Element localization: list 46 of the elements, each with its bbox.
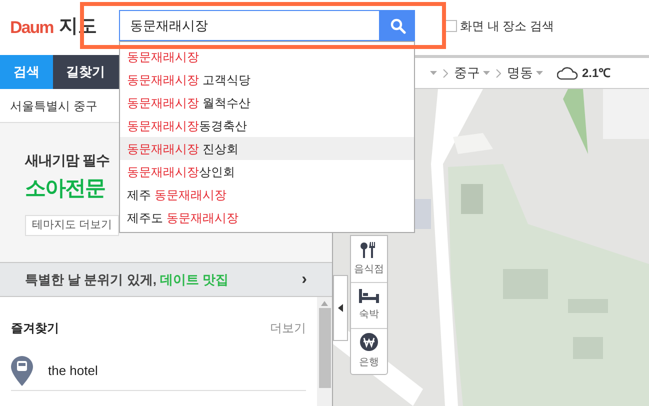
collapse-handle[interactable] (333, 275, 348, 341)
search-icon (390, 18, 406, 34)
scrollbar[interactable] (317, 297, 332, 406)
bus-pin-icon (11, 356, 33, 386)
suggestion-item[interactable]: 동문재래시장동경축산 (120, 114, 414, 137)
dropdown-icon[interactable] (536, 71, 543, 75)
temperature: 2.1℃ (582, 65, 611, 82)
suggestion-item[interactable]: 제주도 동문재래시장 (120, 206, 414, 229)
fork-knife-icon (360, 242, 378, 258)
promo-bar[interactable]: 특별한 날 분위기 있게, 데이트 맛집 › (0, 262, 332, 297)
category-button[interactable]: 음식점 (351, 236, 387, 282)
bed-icon (359, 289, 379, 303)
breadcrumb-link[interactable]: 명동 (507, 63, 533, 83)
arrow-icon: › (302, 268, 307, 292)
dropdown-icon[interactable] (483, 71, 490, 75)
won-coin-icon (360, 333, 378, 351)
category-button[interactable]: 숙박 (351, 282, 387, 328)
suggestion-item[interactable]: 동문재래시장 월척수산 (120, 91, 414, 114)
suggestion-item[interactable]: 동문재래시장상인회 (120, 160, 414, 183)
search-field[interactable]: 동문재래시장 (119, 10, 380, 41)
cloud-icon (557, 66, 579, 80)
suggestion-item[interactable]: 제주 동문재래시장 (120, 183, 414, 206)
favorite-name[interactable]: the hotel (48, 360, 98, 380)
promo-text: 특별한 날 분위기 있게, 데이트 맛집 (25, 270, 229, 289)
chevron-icon (443, 68, 448, 78)
scroll-up-icon[interactable] (321, 301, 328, 306)
building (603, 89, 649, 139)
suggestion-item[interactable]: 동문재래시장 고객식당 (120, 68, 414, 91)
category-button[interactable]: 은행 (351, 328, 387, 374)
suggestion-item[interactable]: 동문재래시장 (120, 45, 414, 68)
caret-icon (338, 304, 343, 312)
chevron-icon (496, 68, 501, 78)
plaza (453, 133, 493, 154)
favorites-title: 즐겨찾기 (11, 320, 59, 337)
dropdown-icon[interactable] (430, 71, 437, 75)
location-text: 서울특별시 중구 (10, 98, 98, 114)
checkbox-label: 화면 내 장소 검색 (460, 18, 554, 35)
suggestion-item[interactable]: 동문재래시장 진상회 (120, 137, 414, 160)
more-link[interactable]: 더보기 (270, 319, 306, 337)
theme-map-button[interactable]: 테마지도 더보기 (25, 214, 120, 236)
breadcrumb-link[interactable]: 중구 (454, 63, 480, 83)
search-button[interactable] (380, 10, 415, 41)
banner-headline: 새내기맘 필수 (25, 151, 110, 170)
lawn-area (563, 89, 588, 154)
banner-title: 소아전문 (25, 176, 105, 202)
logo[interactable]: Daum (10, 14, 54, 40)
